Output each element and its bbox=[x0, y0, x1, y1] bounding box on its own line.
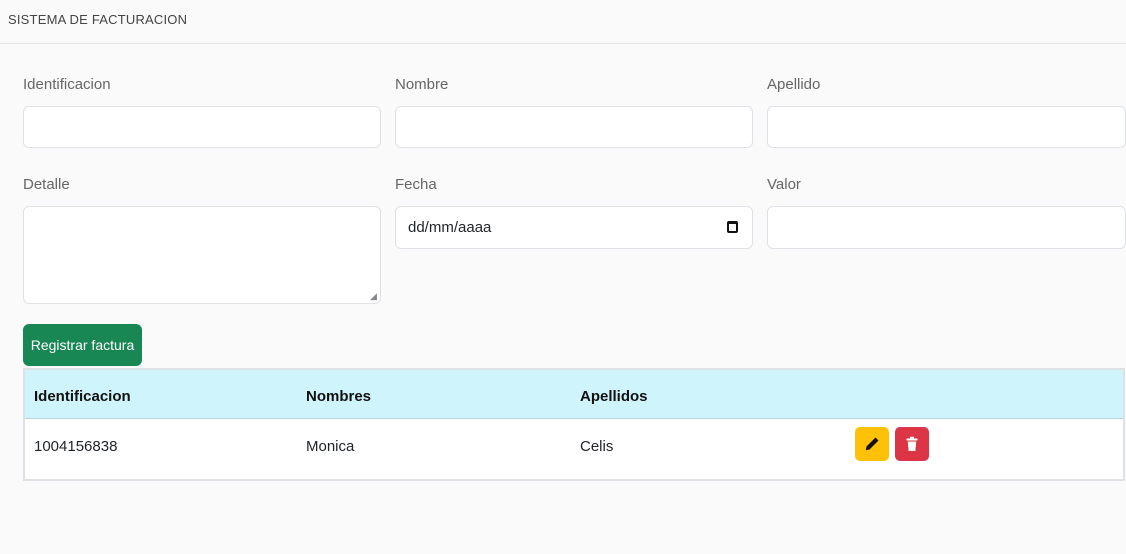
column-header-nombres: Nombres bbox=[306, 388, 372, 405]
calendar-icon[interactable] bbox=[727, 221, 738, 233]
column-header-apellidos: Apellidos bbox=[580, 388, 648, 405]
app-header: SISTEMA DE FACTURACION bbox=[0, 0, 1126, 44]
detalle-textarea[interactable] bbox=[23, 206, 381, 304]
nombre-label: Nombre bbox=[395, 76, 449, 93]
cell-nombres: Monica bbox=[306, 438, 355, 455]
detalle-label: Detalle bbox=[23, 176, 70, 193]
resize-grip-icon[interactable]: ◢ bbox=[370, 292, 378, 301]
cell-identificacion: 1004156838 bbox=[34, 438, 118, 455]
app-title: SISTEMA DE FACTURACION bbox=[8, 12, 188, 27]
apellido-input[interactable] bbox=[767, 106, 1126, 148]
valor-label: Valor bbox=[767, 176, 801, 193]
column-header-identificacion: Identificacion bbox=[34, 388, 131, 405]
table-header: Identificacion Nombres Apellidos bbox=[25, 370, 1123, 419]
fecha-date-input[interactable]: dd/mm/aaaa bbox=[395, 206, 753, 249]
fecha-label: Fecha bbox=[395, 176, 437, 193]
cell-apellidos: Celis bbox=[580, 438, 614, 455]
delete-button[interactable] bbox=[895, 427, 929, 461]
identificacion-input[interactable] bbox=[23, 106, 381, 148]
valor-input[interactable] bbox=[767, 206, 1126, 249]
edit-button[interactable] bbox=[855, 427, 889, 461]
trash-icon bbox=[906, 436, 918, 451]
apellido-label: Apellido bbox=[767, 76, 821, 93]
fecha-placeholder: dd/mm/aaaa bbox=[408, 219, 492, 236]
nombre-input[interactable] bbox=[395, 106, 753, 148]
registrar-factura-button[interactable]: Registrar factura bbox=[23, 324, 142, 366]
table-row bbox=[25, 419, 1123, 481]
facturas-table: Identificacion Nombres Apellidos 1004156… bbox=[23, 368, 1125, 481]
pencil-icon bbox=[865, 437, 879, 451]
identificacion-label: Identificacion bbox=[23, 76, 111, 93]
